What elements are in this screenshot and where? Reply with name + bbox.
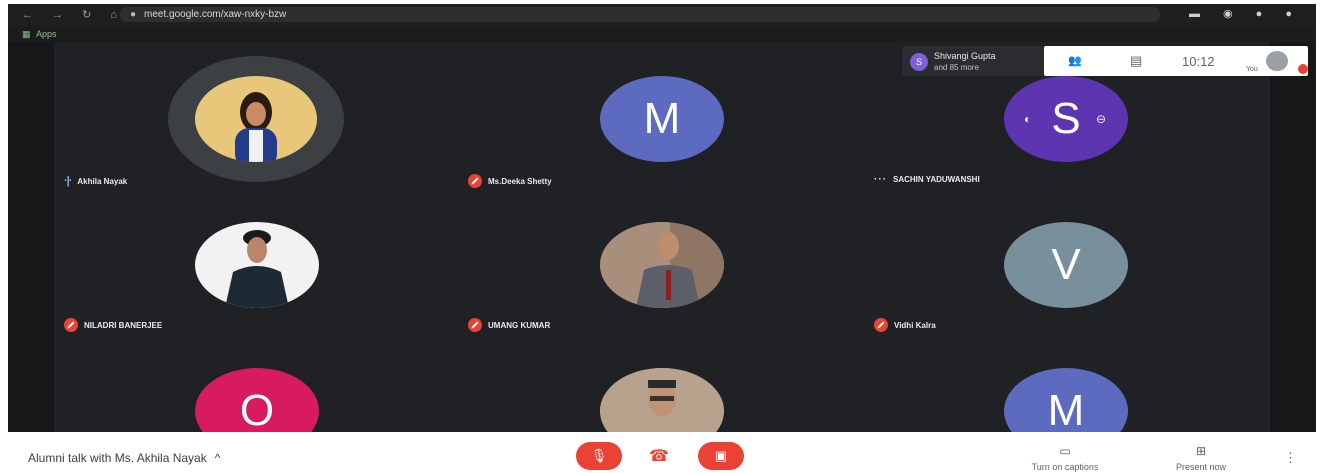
meeting-title-text: Alumni talk with Ms. Akhila Nayak [28,451,207,465]
participant-photo-8 [600,368,724,432]
extension-icons[interactable]: ▬ ◉ ● ● [1189,7,1302,20]
participant-label-3: ··· SACHIN YADUWANSHI [874,174,980,185]
lock-icon: ● [130,9,137,20]
mic-off-icon [468,318,482,332]
participant-avatar-2: M [600,76,724,162]
present-screen-icon: ⊞ [1195,444,1207,458]
self-mic-muted-icon [1298,64,1308,74]
mic-off-icon [874,318,888,332]
camera-off-icon: ▣ [714,448,728,463]
participant-name: Shivangi Gupta [934,51,996,61]
meeting-details[interactable]: Alumni talk with Ms. Akhila Nayak ^ [28,451,220,465]
meeting-stage: S Shivangi Gupta and 85 more 👥 ▤ 10:12 Y… [8,42,1316,432]
avatar-initial-3: S [1051,94,1081,143]
present-label: Present now [1175,462,1227,472]
remove-icon[interactable]: ⊖ [1096,112,1106,126]
chat-icon[interactable]: ▤ [1130,53,1142,69]
participant-label-4: NILADRI BANERJEE [64,318,162,332]
browser-nav-icons[interactable]: ← → ↻ ⌂ [22,8,125,21]
participant-name-4: NILADRI BANERJEE [84,320,163,330]
mic-off-icon [468,174,482,188]
participant-label-1: ·|· Akhila Nayak [64,175,127,187]
speaking-indicator-icon: ·|· [64,175,72,187]
captions-button[interactable]: ▭ Turn on captions [1010,444,1120,472]
avatar-initial-7: O [239,386,275,432]
camera-toggle-button[interactable]: ▣ [698,442,744,470]
participant-photo-akhila [195,76,317,162]
avatar-initial-9: M [1047,386,1085,432]
avatar-initial-6: V [1051,240,1081,289]
pin-icon[interactable]: ◐ [1024,112,1031,126]
participant-label-2: Ms.Deeka Shetty [468,174,552,188]
more-options-icon[interactable]: ⋮ [1284,450,1297,466]
participant-name-2: Ms.Deeka Shetty [488,176,552,186]
participant-avatar: S [910,53,928,71]
clock-time: 10:12 [1182,54,1215,69]
participant-label-6: Vidhi Kalra [874,318,936,332]
url-text: meet.google.com/xaw-nxky-bzw [144,9,287,20]
participant-photo-umang [600,222,724,308]
self-label: You [1246,66,1258,73]
avatar-initial-2: M [643,94,681,143]
bookmarks-bar: ▦ Apps [8,26,1316,42]
participant-avatar-9: M [1004,368,1128,432]
chevron-up-icon: ^ [214,451,221,465]
participant-more: and 85 more [934,63,979,72]
participant-name-1: Akhila Nayak [77,176,128,186]
phone-hangup-icon: ☎ [649,448,669,465]
self-view-thumbnail[interactable] [1266,51,1288,71]
participant-avatar-7: O [195,368,319,432]
participant-avatar-3: S [1004,76,1128,162]
mic-off-icon: 🎙 [590,448,608,463]
people-icon[interactable]: 👥 [1068,54,1082,67]
leave-call-button[interactable]: ☎ [636,442,682,470]
participant-photo-niladri [195,222,319,308]
participant-label-5: UMANG KUMAR [468,318,550,332]
right-margin [1270,42,1316,432]
call-controls-bar: Alumni talk with Ms. Akhila Nayak ^ 🎙 ☎ ▣… [0,432,1324,473]
participant-name-5: UMANG KUMAR [488,320,551,330]
present-now-button[interactable]: ⊞ Present now [1146,444,1256,472]
participant-avatar-6: V [1004,222,1128,308]
browser-toolbar: ← → ↻ ⌂ ● meet.google.com/xaw-nxky-bzw ▬… [8,4,1316,26]
more-options-icon[interactable]: ··· [874,174,887,185]
microphone-toggle-button[interactable]: 🎙 [576,442,622,470]
top-right-panel: 👥 ▤ 10:12 You [1044,46,1308,76]
captions-label: Turn on captions [1031,462,1099,472]
apps-bookmark[interactable]: ▦ Apps [22,26,57,42]
left-margin [8,42,54,432]
participant-name-3: SACHIN YADUWANSHI [893,175,980,184]
participants-summary[interactable]: S Shivangi Gupta and 85 more [902,46,1044,76]
participant-name-6: Vidhi Kalra [894,320,936,330]
mic-off-icon [64,318,78,332]
address-bar[interactable]: ● meet.google.com/xaw-nxky-bzw [120,7,1160,22]
captions-icon: ▭ [1059,444,1071,458]
